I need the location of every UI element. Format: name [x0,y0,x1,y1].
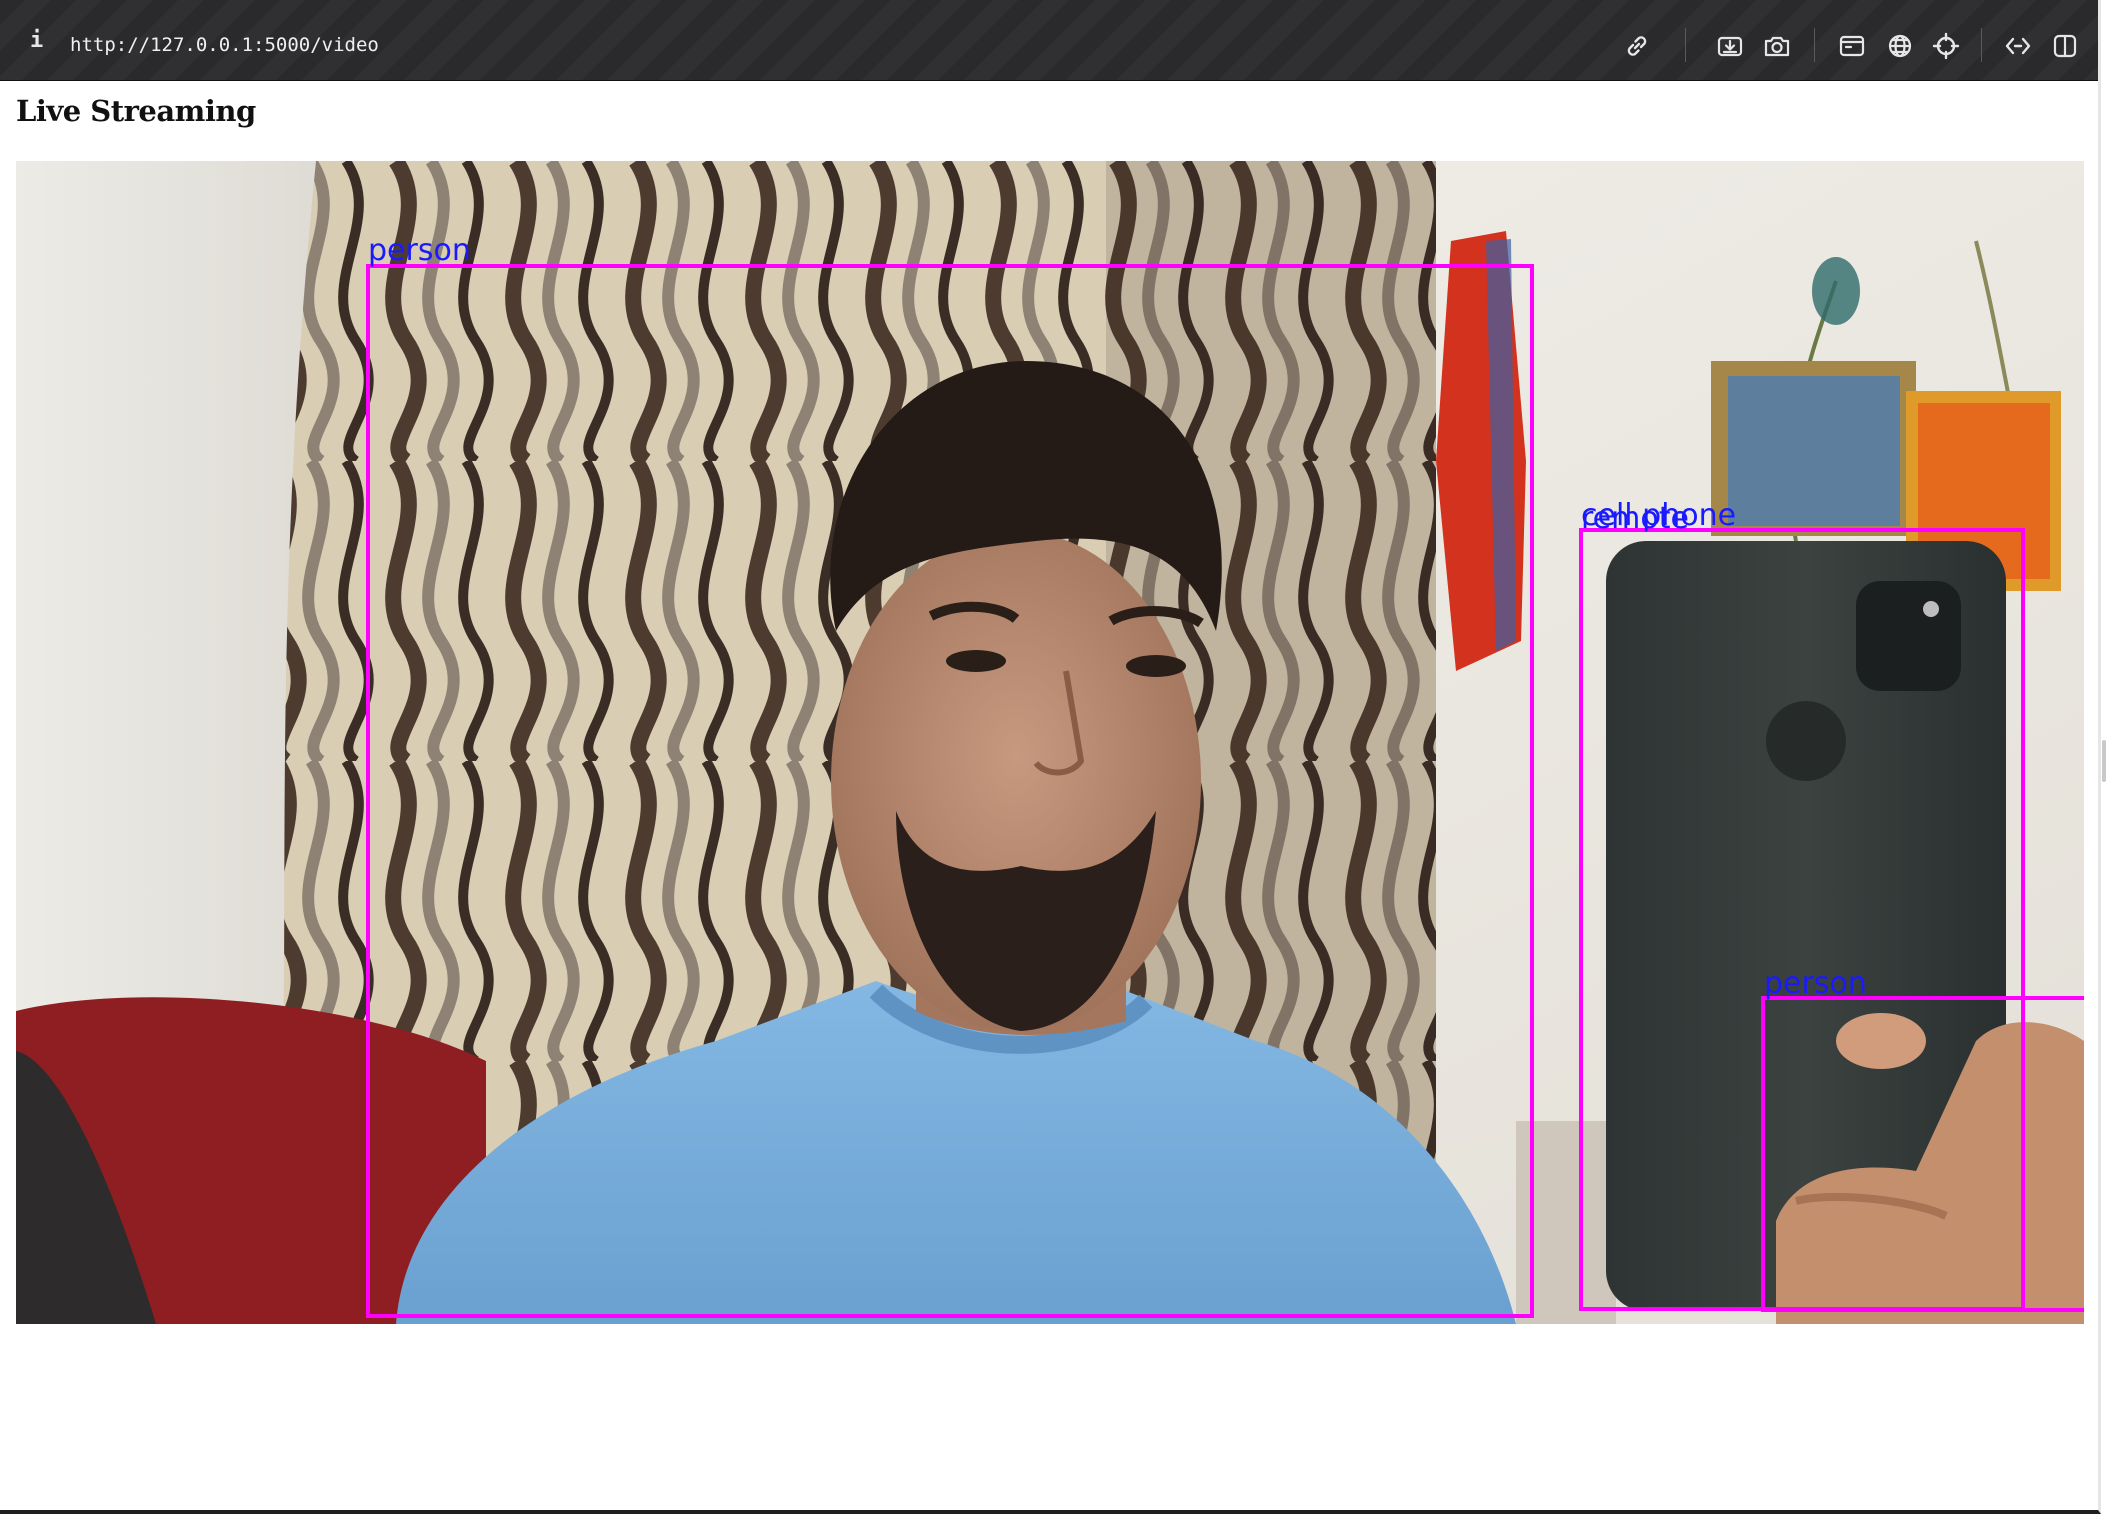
globe-icon[interactable] [1886,32,1914,60]
browser-toolbar: i http://127.0.0.1:5000/video [0,0,2098,81]
link-icon[interactable] [1623,32,1651,60]
terminal-icon[interactable] [1838,32,1866,60]
detection-label-person: person [368,233,471,268]
toolbar-separator [1981,28,1982,62]
browser-window: i http://127.0.0.1:5000/video Live Strea… [0,0,2101,1514]
download-icon[interactable] [1716,32,1744,60]
detection-box-person-hand [1761,996,2084,1312]
page-title: Live Streaming [16,94,256,128]
code-icon[interactable] [2004,32,2032,60]
detection-label-remote: remote [1581,501,1689,536]
detection-box-person [366,264,1534,1318]
crosshair-icon[interactable] [1932,32,1960,60]
detection-label-person-hand: person [1764,966,1867,1001]
video-stream: person cell phone remote person [16,161,2084,1324]
info-icon[interactable]: i [30,30,46,52]
camera-icon[interactable] [1763,32,1791,60]
address-bar[interactable]: http://127.0.0.1:5000/video [70,34,379,56]
toolbar-separator [1814,28,1815,62]
split-view-icon[interactable] [2051,32,2079,60]
toolbar-separator [1685,28,1686,62]
window-resize-handle[interactable] [2102,740,2106,782]
